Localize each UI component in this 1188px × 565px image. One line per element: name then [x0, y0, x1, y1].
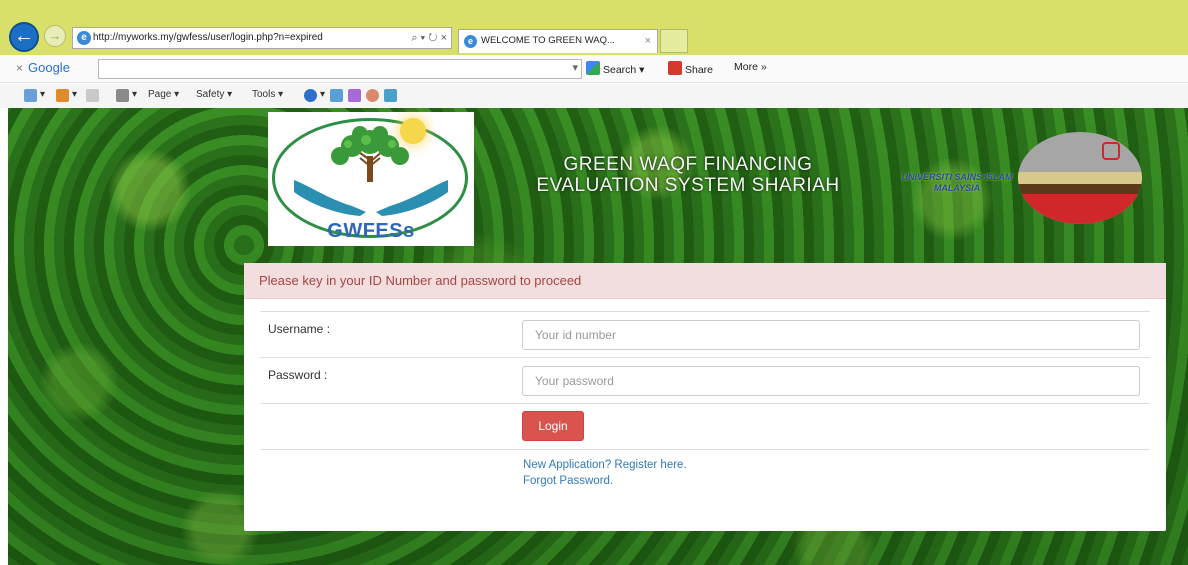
chevron-down-icon[interactable]: ▾	[572, 61, 578, 74]
tools-menu[interactable]: Tools ▾	[252, 89, 283, 100]
password-input[interactable]	[522, 366, 1140, 396]
password-label: Password :	[268, 368, 328, 382]
toolbar-close-icon[interactable]: ×	[16, 61, 23, 75]
gwfess-logo: GWFESs	[268, 112, 474, 246]
tab-close-icon[interactable]: ×	[645, 30, 651, 52]
register-link[interactable]: New Application? Register here.	[523, 459, 687, 471]
hands-icon	[294, 180, 448, 216]
login-panel: Please key in your ID Number and passwor…	[244, 263, 1166, 531]
username-row: Username :	[260, 311, 1150, 357]
google-search-input[interactable]: ▾	[98, 59, 582, 79]
tab-title: WELCOME TO GREEN WAQ...	[481, 35, 615, 46]
home-icon[interactable]	[24, 89, 37, 102]
print-icon[interactable]	[116, 89, 129, 102]
university-name: UNIVERSITI SAINS ISLAM MALAYSIA	[901, 172, 1013, 193]
google-share-icon	[668, 61, 682, 75]
ie-icon: e	[464, 35, 477, 48]
google-more-button[interactable]: More »	[734, 61, 767, 73]
site-title: GREEN WAQF FINANCING EVALUATION SYSTEM S…	[488, 154, 888, 196]
new-tab-button[interactable]	[660, 29, 688, 53]
search-icon	[586, 61, 600, 75]
password-row: Password :	[260, 357, 1150, 403]
translate-icon[interactable]	[366, 89, 379, 102]
site-title-line1: GREEN WAQF FINANCING	[563, 154, 813, 175]
google-search-button[interactable]: Search ▾	[586, 61, 644, 76]
login-alert: Please key in your ID Number and passwor…	[244, 263, 1166, 299]
google-logo: Google	[28, 60, 70, 75]
back-arrow-icon[interactable]: ←	[9, 22, 39, 52]
page-background: GWFESs GREEN WAQF FINANCING EVALUATION S…	[8, 108, 1188, 565]
onenote-icon[interactable]	[348, 89, 361, 102]
browser-window: ← → e http://myworks.my/gwfess/user/logi…	[0, 0, 1188, 565]
site-title-line2: EVALUATION SYSTEM SHARIAH	[536, 175, 840, 196]
feeds-icon[interactable]	[56, 89, 69, 102]
research-icon[interactable]	[330, 89, 343, 102]
google-share-button[interactable]: Share	[668, 61, 713, 76]
google-toolbar: × Google ▾ Search ▾ Share More »	[0, 55, 1188, 83]
forgot-password-link[interactable]: Forgot Password.	[523, 475, 613, 487]
tab-welcome[interactable]: e WELCOME TO GREEN WAQ... ×	[458, 29, 658, 53]
address-url: http://myworks.my/gwfess/user/login.php?…	[93, 32, 323, 43]
address-bar[interactable]: e http://myworks.my/gwfess/user/login.ph…	[72, 27, 452, 49]
browser-titlebar: ← → e http://myworks.my/gwfess/user/logi…	[0, 0, 1188, 62]
crest-icon	[1102, 142, 1120, 160]
login-button[interactable]: Login	[522, 411, 584, 441]
address-actions[interactable]: ⌕ ▾ ↻ ×	[411, 28, 447, 48]
mail-icon[interactable]	[86, 89, 99, 102]
logo-text: GWFESs	[327, 220, 415, 242]
page-menu[interactable]: Page ▾	[148, 89, 179, 100]
command-bar: ▾ ▾ ▾ Page ▾ Safety ▾ Tools ▾ ▾	[0, 84, 1188, 108]
ie-icon: e	[77, 31, 91, 45]
login-row	[260, 403, 1150, 449]
help-icon[interactable]	[304, 89, 317, 102]
divider	[260, 449, 1150, 450]
university-logo	[1018, 132, 1142, 224]
username-input[interactable]	[522, 320, 1140, 350]
blog-icon[interactable]	[384, 89, 397, 102]
safety-menu[interactable]: Safety ▾	[196, 89, 232, 100]
username-label: Username :	[268, 322, 331, 336]
forward-arrow-icon[interactable]: →	[44, 25, 66, 47]
